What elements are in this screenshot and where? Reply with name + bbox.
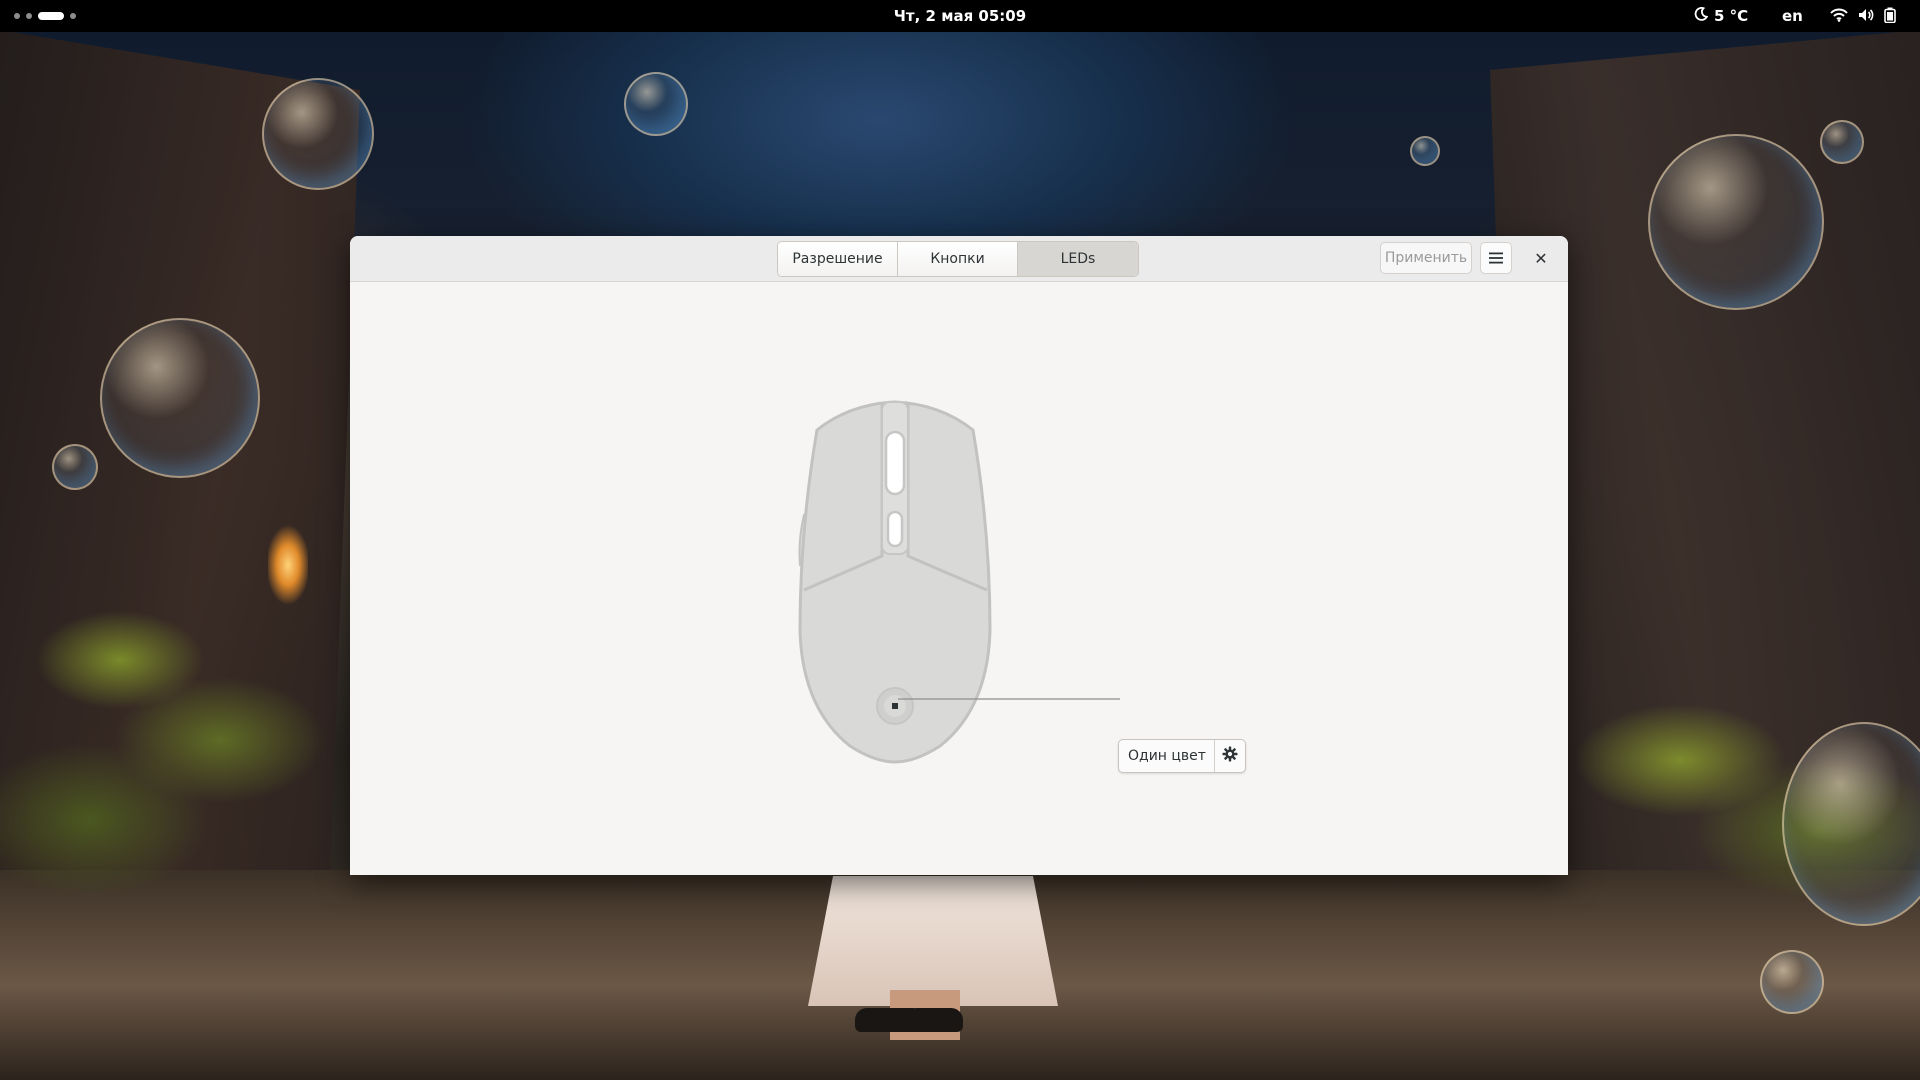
mouse-scroll-wheel (884, 430, 906, 496)
wallpaper-bubble (1410, 136, 1440, 166)
led-mode-control: Один цвет (1118, 739, 1246, 773)
clock[interactable]: Чт, 2 мая 05:09 (0, 7, 1920, 25)
wallpaper-bubble (1648, 134, 1824, 310)
keyboard-layout-indicator[interactable]: en (1782, 7, 1803, 25)
weather-indicator[interactable]: 5 °C (1694, 6, 1749, 25)
close-button[interactable]: ✕ (1528, 245, 1554, 271)
top-panel: Чт, 2 мая 05:09 5 °C en (0, 0, 1920, 32)
wallpaper-bubble (52, 444, 98, 490)
wallpaper-bubble (624, 72, 688, 136)
led-anchor-point (892, 703, 898, 709)
volume-icon[interactable] (1858, 8, 1874, 22)
wallpaper-figure (808, 876, 1058, 1006)
led-settings-button[interactable] (1215, 740, 1245, 772)
mouse-dpi-button (886, 510, 904, 548)
tab-leds[interactable]: LEDs (1018, 242, 1138, 276)
hamburger-menu-icon (1489, 249, 1503, 268)
view-switcher: Разрешение Кнопки LEDs (777, 241, 1139, 277)
wallpaper-bubble (1820, 120, 1864, 164)
close-icon: ✕ (1534, 248, 1548, 268)
mouse-illustration (798, 400, 992, 764)
mouse-config-window: Разрешение Кнопки LEDs Применить ✕ Один … (350, 236, 1568, 875)
wallpaper-lantern (268, 520, 308, 610)
wallpaper-bubble (1760, 950, 1824, 1014)
tab-buttons[interactable]: Кнопки (898, 242, 1018, 276)
leds-page: Один цвет (350, 282, 1568, 875)
battery-icon[interactable] (1884, 7, 1896, 23)
window-headerbar: Разрешение Кнопки LEDs Применить ✕ (350, 236, 1568, 282)
gear-icon (1222, 746, 1238, 766)
moon-icon (1694, 6, 1709, 25)
wallpaper-figure-shoe (905, 1008, 963, 1032)
led-mode-button[interactable]: Один цвет (1119, 740, 1215, 772)
led-leader-line (898, 698, 1120, 700)
weather-temperature: 5 °C (1714, 7, 1749, 25)
main-menu-button[interactable] (1480, 242, 1512, 274)
wifi-icon[interactable] (1830, 8, 1848, 22)
apply-button[interactable]: Применить (1380, 242, 1472, 274)
wallpaper-bubble (100, 318, 260, 478)
tab-resolution[interactable]: Разрешение (778, 242, 898, 276)
system-tray[interactable] (1830, 7, 1896, 23)
wallpaper-bubble (262, 78, 374, 190)
